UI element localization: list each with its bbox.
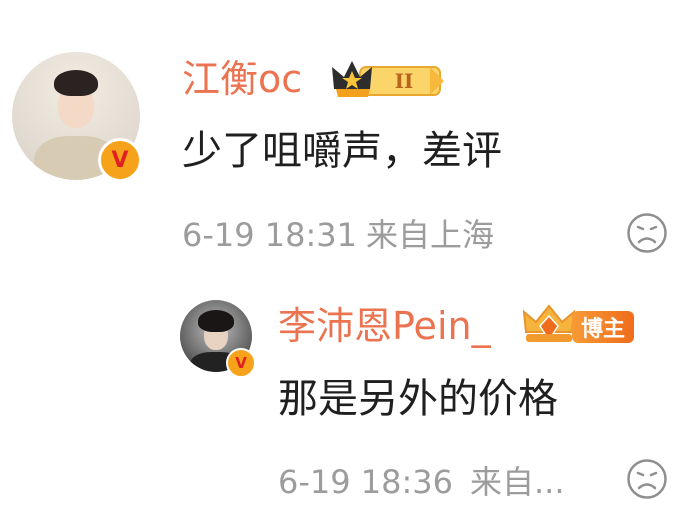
badge-level-label: II	[395, 69, 414, 93]
sad-face-icon[interactable]	[626, 212, 668, 254]
avatar-hair	[198, 310, 234, 332]
username[interactable]: 李沛恩Pein_	[278, 302, 491, 350]
diamond-crown-icon[interactable]	[520, 302, 578, 348]
crown-level-badge-icon[interactable]: II	[330, 55, 446, 103]
comment-location: 来自...	[470, 463, 565, 501]
username[interactable]: 江衡oc	[182, 55, 302, 103]
comment-text: 少了咀嚼声，差评	[182, 128, 502, 174]
avatar-hair	[54, 70, 98, 96]
comment-timestamp: 6-19 18:36	[278, 463, 454, 501]
comment-text: 那是另外的价格	[278, 376, 558, 422]
verified-badge-icon: V	[226, 348, 256, 378]
comment-location: 来自上海	[366, 216, 495, 254]
verified-badge-icon: V	[98, 138, 142, 182]
blogger-tag: 博主	[572, 311, 634, 343]
comment-timestamp: 6-19 18:31	[182, 216, 358, 254]
sad-face-icon[interactable]	[626, 458, 668, 500]
